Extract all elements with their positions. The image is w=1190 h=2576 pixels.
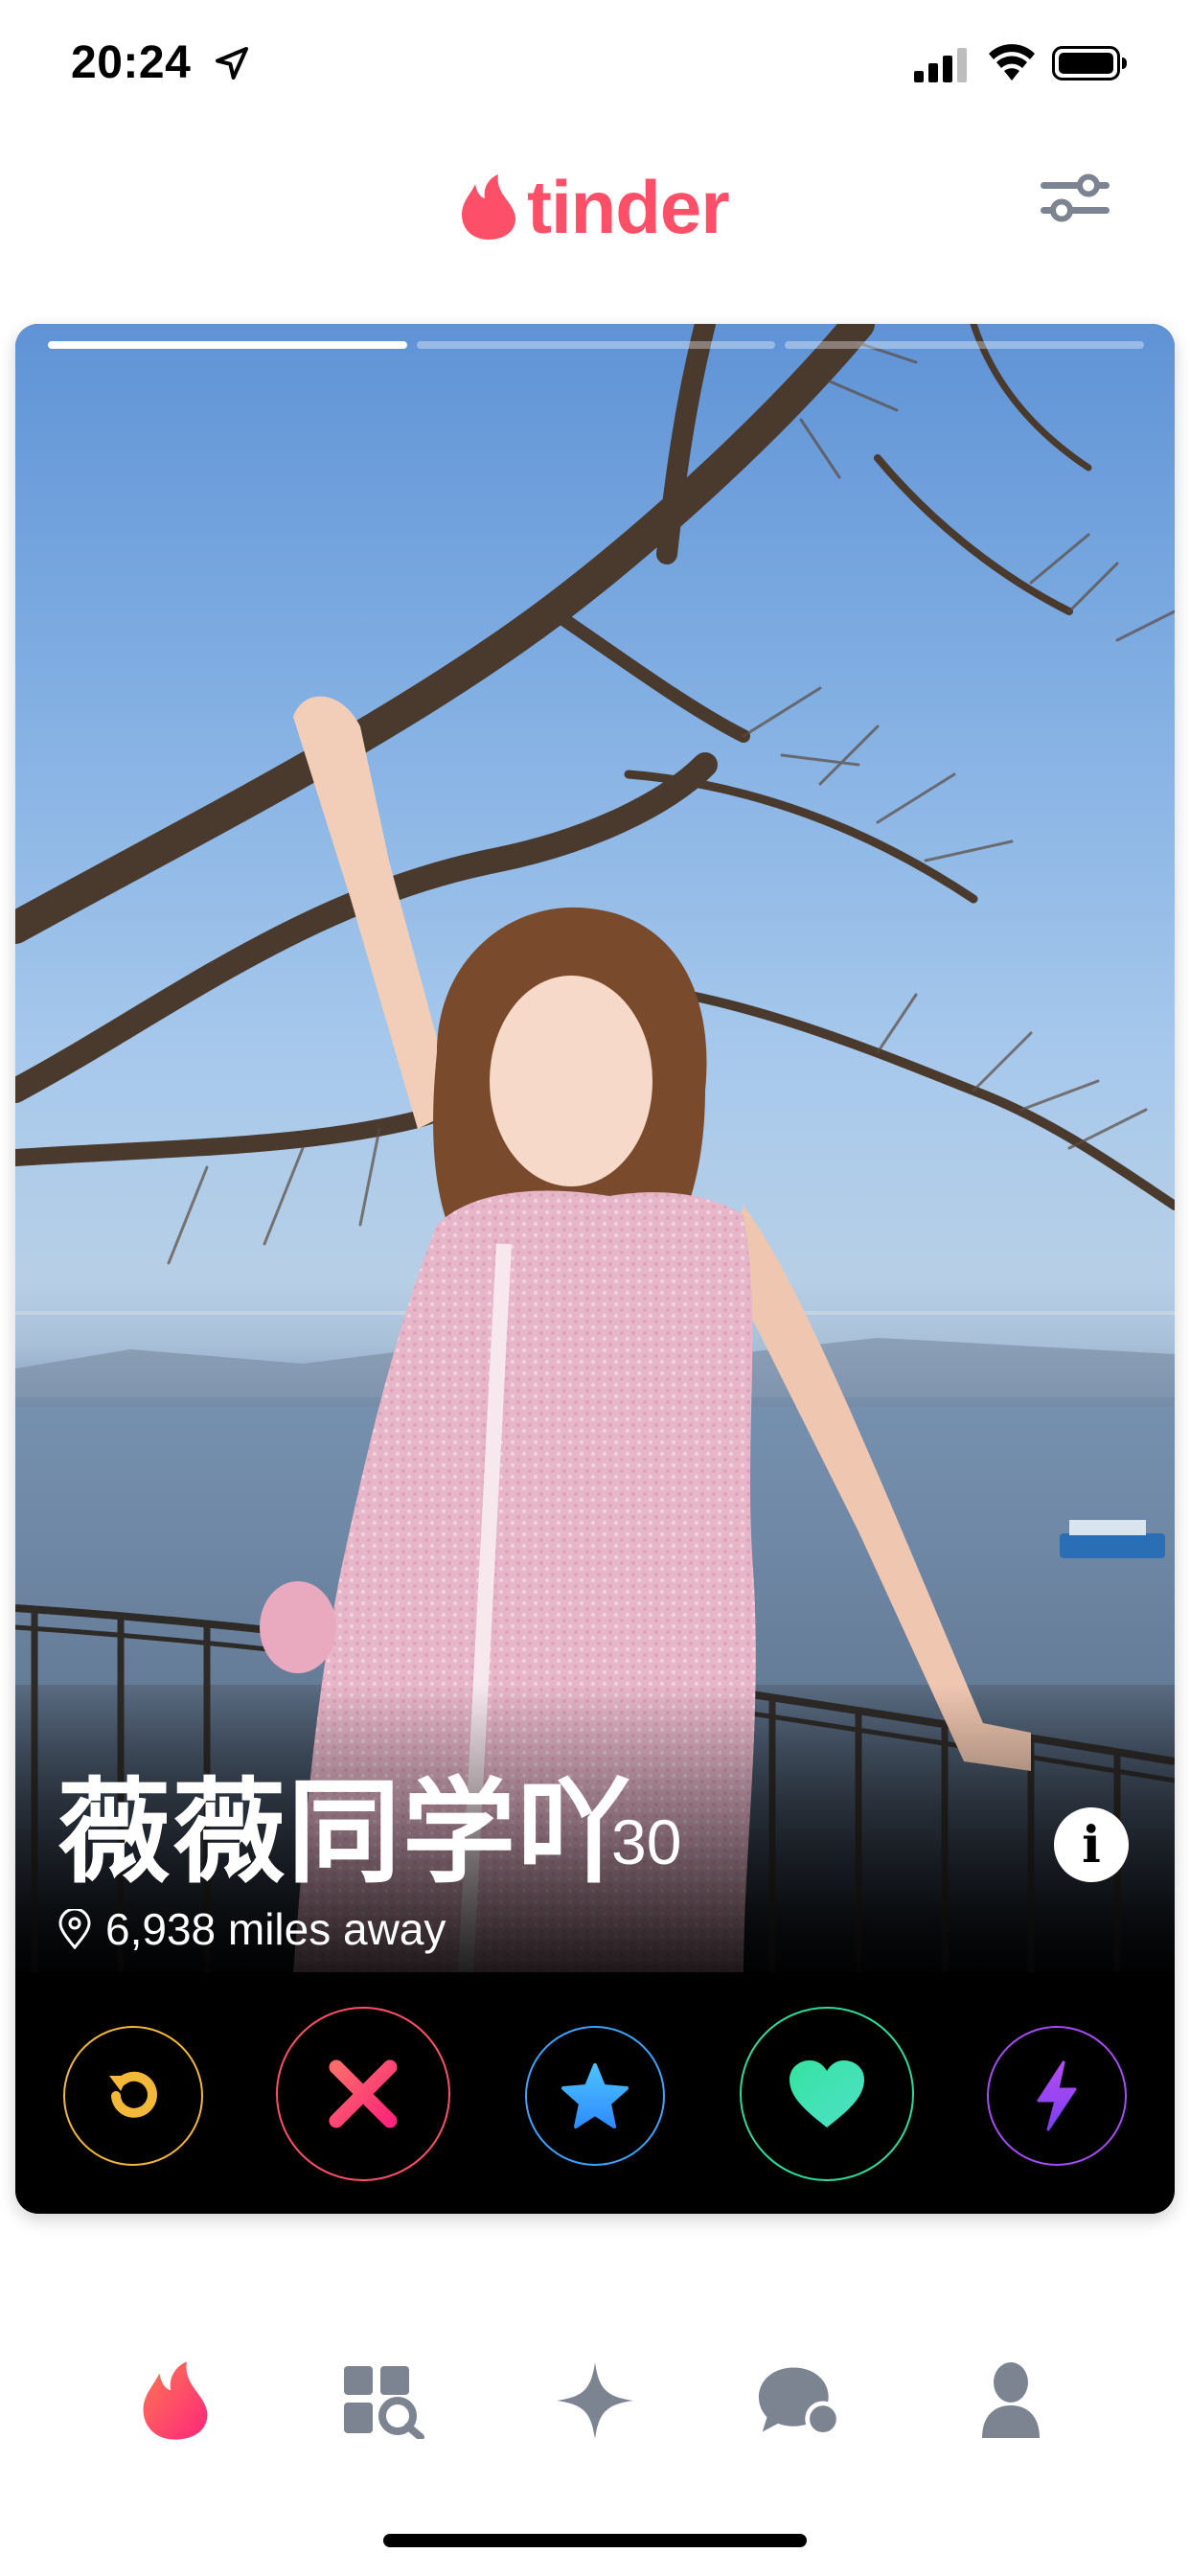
photo-progress-segment <box>48 341 407 349</box>
close-icon <box>329 2059 398 2128</box>
explore-icon <box>344 2366 424 2439</box>
info-icon[interactable]: i <box>1054 1807 1129 1882</box>
profile-card[interactable]: 薇薇同学吖 30 6,938 miles away i <box>15 324 1175 2214</box>
tinder-logo: tinder <box>460 159 730 255</box>
logo-text: tinder <box>527 165 730 249</box>
like-button[interactable] <box>740 2007 914 2181</box>
nav-gold[interactable] <box>552 2358 638 2444</box>
sliders-icon[interactable] <box>1035 165 1115 232</box>
sparkle-icon <box>557 2362 633 2439</box>
boost-button[interactable] <box>987 2026 1127 2166</box>
distance-text: 6,938 miles away <box>105 1904 446 1954</box>
profile-photo <box>15 324 1175 1982</box>
nav-explore[interactable] <box>339 2358 425 2444</box>
profile-name: 薇薇同学吖 <box>57 1766 633 1898</box>
profile-distance: 6,938 miles away <box>57 1903 446 1955</box>
photo-progress-bar <box>48 341 1145 349</box>
photo-progress-segment <box>785 341 1145 349</box>
photo-progress-segment <box>416 341 776 349</box>
tinder-swipe-screen: 20:24 tinder 薇薇同学吖 30 6,938 miles away i <box>0 0 1190 2576</box>
location-arrow-icon <box>216 47 248 80</box>
nav-home[interactable] <box>132 2358 218 2444</box>
action-bar <box>15 1991 1175 2183</box>
profile-age: 30 <box>611 1806 682 1877</box>
super-like-button[interactable] <box>525 2026 665 2166</box>
lightning-icon <box>1037 2060 1077 2131</box>
battery-icon <box>1052 46 1127 80</box>
chat-icon <box>758 2367 841 2437</box>
nav-messages[interactable] <box>757 2358 843 2444</box>
star-icon <box>561 2063 629 2128</box>
status-bar: 20:24 <box>0 0 1190 134</box>
status-time: 20:24 <box>71 37 192 88</box>
wifi-icon <box>989 44 1035 80</box>
rewind-icon <box>109 2071 157 2118</box>
rewind-button[interactable] <box>63 2026 203 2166</box>
flame-icon <box>462 174 515 240</box>
nav-profile[interactable] <box>968 2358 1054 2444</box>
home-indicator <box>383 2534 807 2547</box>
heart-icon <box>790 2060 864 2128</box>
nope-button[interactable] <box>276 2007 450 2181</box>
person-icon <box>982 2362 1040 2438</box>
cellular-signal-icon <box>914 48 967 82</box>
flame-icon <box>143 2361 208 2440</box>
location-pin-icon <box>58 1909 91 1949</box>
